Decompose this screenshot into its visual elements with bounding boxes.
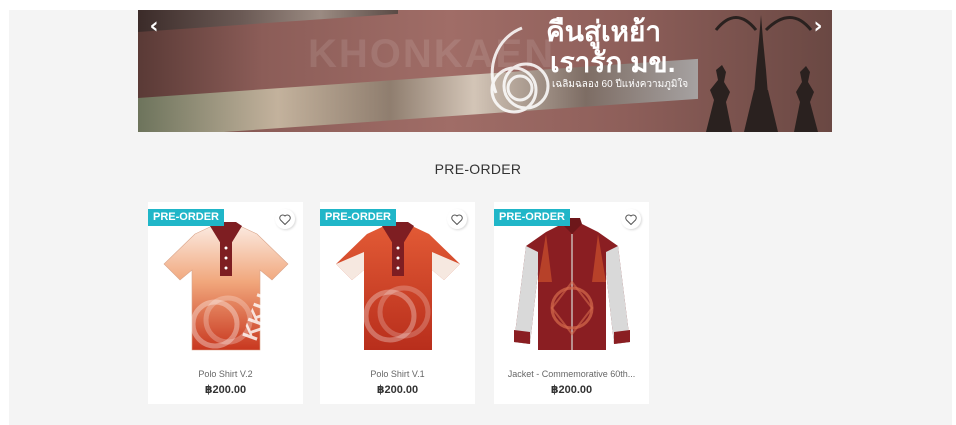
carousel-prev-button[interactable]: ‹	[145, 16, 163, 38]
product-image[interactable]	[506, 212, 637, 354]
wishlist-button[interactable]	[447, 209, 467, 229]
heart-icon	[279, 214, 291, 225]
banner-photo-strip	[138, 10, 398, 32]
product-name[interactable]: Jacket - Commemorative 60th...	[498, 369, 645, 379]
product-price: ฿200.00	[376, 384, 419, 396]
wishlist-button[interactable]	[621, 209, 641, 229]
heart-icon	[451, 214, 463, 225]
section-title: PRE-ORDER	[434, 161, 522, 177]
product-image[interactable]	[332, 212, 463, 354]
product-card[interactable]: PRE-ORDER Jacket - Commemorative 60th...…	[494, 202, 649, 404]
product-card[interactable]: PRE-ORDER KKU Polo Shirt V.2 ฿200.00	[148, 202, 303, 404]
hero-banner[interactable]: KHONKAEN คืนสู่เหย้า เรารัก มข. เฉลิมฉลอ…	[138, 10, 832, 132]
pre-order-badge: PRE-ORDER	[148, 209, 225, 226]
pre-order-badge: PRE-ORDER	[494, 209, 571, 226]
wishlist-button[interactable]	[275, 209, 295, 229]
temple-statue-image	[706, 15, 818, 132]
product-price: ฿200.00	[204, 384, 247, 396]
product-name[interactable]: Polo Shirt V.2	[152, 369, 299, 379]
product-price: ฿200.00	[550, 384, 593, 396]
product-name[interactable]: Polo Shirt V.1	[324, 369, 471, 379]
pre-order-badge: PRE-ORDER	[320, 209, 397, 226]
heart-icon	[625, 214, 637, 225]
product-image[interactable]: KKU	[160, 212, 291, 354]
anniversary-60-logo	[490, 26, 550, 114]
carousel-next-button[interactable]: ›	[809, 16, 827, 38]
product-card[interactable]: PRE-ORDER Polo Shirt V.1 ฿200.00	[320, 202, 475, 404]
